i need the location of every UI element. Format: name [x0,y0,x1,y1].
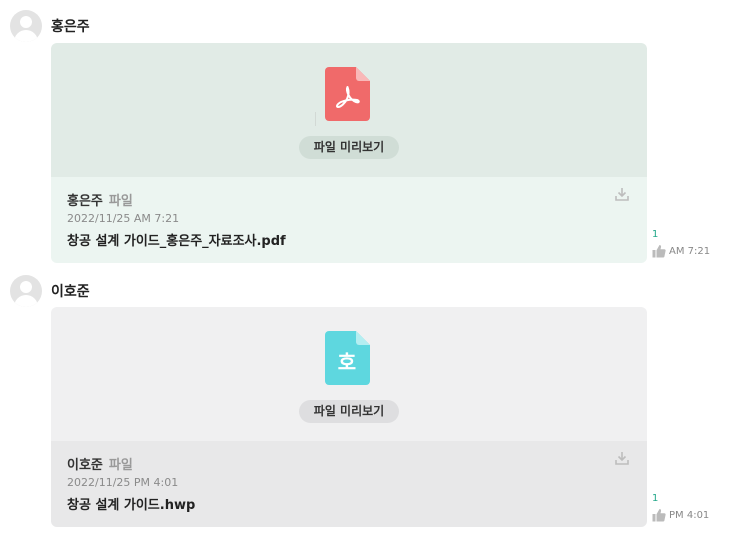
thumbs-up-icon[interactable] [652,244,666,258]
like-count: 1 [652,493,659,504]
download-icon[interactable] [615,187,629,201]
time-label: AM 7:21 [669,245,711,257]
file-card: 파일 미리보기 홍은주 파일 2022/11/25 AM 7:21 창공 설계 가… [51,43,647,263]
download-icon[interactable] [615,451,629,465]
file-date: 2022/11/25 PM 4:01 [67,476,179,489]
file-name[interactable]: 창공 설계 가이드_홍은주_자료조사.pdf [67,230,286,249]
avatar[interactable] [10,10,42,42]
file-info: 홍은주 파일 2022/11/25 AM 7:21 창공 설계 가이드_홍은주_자… [51,177,647,263]
file-card: 호 파일 미리보기 이호준 파일 2022/11/25 PM 4:01 창공 설계… [51,307,647,527]
uploader-name: 홍은주 [67,194,103,209]
file-uploader: 홍은주 파일 [67,190,133,209]
sender-name: 이호준 [51,284,90,300]
hwp-file-icon: 호 [325,331,370,385]
file-type-label: 파일 [108,194,133,209]
time-label: PM 4:01 [669,509,710,521]
avatar[interactable] [10,275,42,307]
divider [315,112,316,126]
file-preview-button[interactable]: 파일 미리보기 [299,400,399,423]
file-uploader: 이호준 파일 [67,454,133,473]
file-preview-button[interactable]: 파일 미리보기 [299,136,399,159]
file-preview-area[interactable]: 파일 미리보기 [51,43,647,177]
file-preview-area[interactable]: 호 파일 미리보기 [51,307,647,441]
sender-name: 홍은주 [51,19,90,35]
file-type-label: 파일 [108,458,133,473]
message-time: AM 7:21 [652,244,710,258]
like-count: 1 [652,229,659,240]
pdf-file-icon [325,67,370,121]
message-time: PM 4:01 [652,508,709,522]
file-name[interactable]: 창공 설계 가이드.hwp [67,494,195,513]
file-date: 2022/11/25 AM 7:21 [67,212,180,225]
hwp-glyph: 호 [338,350,356,374]
thumbs-up-icon[interactable] [652,508,666,522]
file-info: 이호준 파일 2022/11/25 PM 4:01 창공 설계 가이드.hwp [51,441,647,527]
uploader-name: 이호준 [67,458,103,473]
